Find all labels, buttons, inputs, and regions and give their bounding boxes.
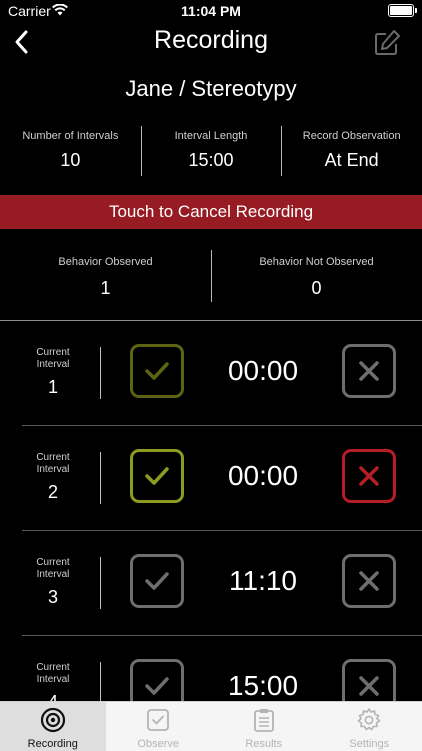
interval-row: Current Interval 4 15:00 [0, 636, 422, 701]
nav-bar: Recording [0, 22, 422, 66]
interval-row: Current Interval 2 00:00 [0, 426, 422, 531]
interval-length-label: Interval Length [141, 130, 282, 142]
tab-bar: Recording Observe Results Settings [0, 701, 422, 751]
session-info: Number of Intervals 10 Interval Length 1… [0, 122, 422, 178]
interval-label: Current Interval [22, 557, 84, 581]
behavior-not-observed-cell: Behavior Not Observed 0 [211, 248, 422, 302]
intervals-count-label: Number of Intervals [0, 130, 141, 142]
row-separator [100, 557, 101, 609]
close-icon [345, 557, 393, 605]
interval-label: Current Interval [22, 452, 84, 476]
check-icon [133, 662, 181, 701]
behavior-not-observed-label: Behavior Not Observed [211, 256, 422, 268]
record-observation-label: Record Observation [281, 130, 422, 142]
observed-check-button[interactable] [130, 659, 184, 701]
tab-results[interactable]: Results [211, 702, 317, 751]
behavior-observed-label: Behavior Observed [0, 256, 211, 268]
interval-row: Current Interval 1 00:00 [0, 321, 422, 426]
interval-number: 4 [22, 692, 84, 701]
close-icon [345, 662, 393, 701]
observed-check-button[interactable] [130, 449, 184, 503]
cancel-recording-button[interactable]: Touch to Cancel Recording [0, 195, 422, 229]
subject-behavior-title: Jane / Stereotypy [0, 76, 422, 102]
interval-number: 2 [22, 482, 84, 503]
interval-number: 3 [22, 587, 84, 608]
interval-label: Current Interval [22, 347, 84, 371]
behavior-observed-cell: Behavior Observed 1 [0, 248, 211, 302]
interval-number: 1 [22, 377, 84, 398]
observation-totals: Behavior Observed 1 Behavior Not Observe… [0, 248, 422, 302]
interval-timer: 00:00 [200, 460, 326, 492]
close-icon [345, 347, 393, 395]
row-separator [100, 452, 101, 504]
behavior-not-observed-value: 0 [211, 278, 422, 299]
battery-icon [388, 4, 414, 17]
edit-button[interactable] [372, 28, 402, 58]
interval-length-value: 15:00 [141, 150, 282, 171]
interval-list[interactable]: Current Interval 1 00:00 Current Interva… [0, 321, 422, 701]
interval-timer: 11:10 [200, 565, 326, 597]
status-bar: Carrier 11:04 PM [0, 0, 422, 22]
check-icon [133, 452, 181, 500]
interval-timer: 15:00 [200, 670, 326, 701]
intervals-count-cell: Number of Intervals 10 [0, 122, 141, 178]
record-observation-value: At End [281, 150, 422, 171]
not-observed-x-button[interactable] [342, 449, 396, 503]
interval-label: Current Interval [22, 662, 84, 686]
gear-icon [356, 707, 382, 733]
record-observation-cell: Record Observation At End [281, 122, 422, 178]
checkbox-icon [145, 707, 171, 733]
row-separator [100, 347, 101, 399]
observed-check-button[interactable] [130, 554, 184, 608]
tab-recording[interactable]: Recording [0, 702, 106, 751]
interval-length-cell: Interval Length 15:00 [141, 122, 282, 178]
clock-time: 11:04 PM [0, 3, 422, 19]
tab-label: Results [211, 738, 317, 750]
behavior-observed-value: 1 [0, 278, 211, 299]
interval-row: Current Interval 3 11:10 [0, 531, 422, 636]
tab-label: Settings [317, 738, 422, 750]
close-icon [345, 452, 393, 500]
interval-timer: 00:00 [200, 355, 326, 387]
edit-icon [372, 28, 402, 58]
check-icon [133, 347, 181, 395]
not-observed-x-button[interactable] [342, 554, 396, 608]
tab-settings[interactable]: Settings [317, 702, 422, 751]
observed-check-button[interactable] [130, 344, 184, 398]
not-observed-x-button[interactable] [342, 344, 396, 398]
not-observed-x-button[interactable] [342, 659, 396, 701]
tab-label: Recording [0, 738, 106, 750]
check-icon [133, 557, 181, 605]
tab-observe[interactable]: Observe [106, 702, 212, 751]
clipboard-icon [251, 707, 277, 733]
target-icon [40, 707, 66, 733]
tab-label: Observe [106, 738, 212, 750]
row-separator [100, 662, 101, 701]
intervals-count-value: 10 [0, 150, 141, 171]
page-title: Recording [0, 26, 422, 55]
